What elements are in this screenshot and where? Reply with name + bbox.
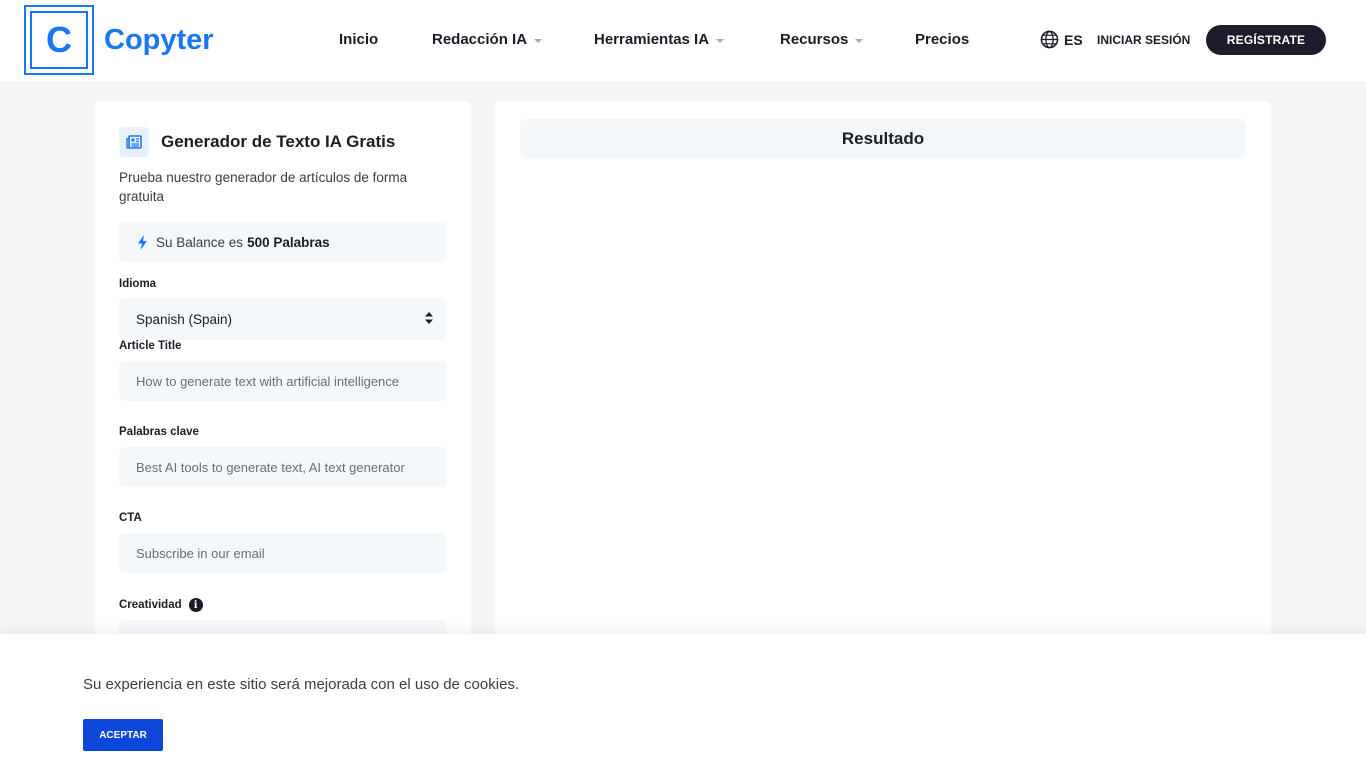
balance-prefix: Su Balance es [156, 234, 244, 250]
creativity-label-text: Creatividad [119, 599, 182, 611]
keywords-label: Palabras clave [119, 426, 199, 438]
generator-form-panel: Generador de Texto IA Gratis Prueba nues… [95, 101, 471, 661]
chevron-down-icon [855, 38, 864, 43]
language-select-value: Spanish (Spain) [136, 311, 233, 327]
form-description: Prueba nuestro generador de artículos de… [119, 170, 408, 204]
nav-redaccion-ia[interactable]: Redacción IA [432, 31, 543, 48]
logo[interactable]: C Copyter [24, 5, 214, 75]
nav-redaccion-ia-label: Redacción IA [432, 31, 528, 48]
form-header: Generador de Texto IA Gratis [119, 127, 395, 157]
logo-mark: C [24, 5, 94, 75]
nav-inicio[interactable]: Inicio [339, 31, 378, 48]
balance-value: 500 Palabras [247, 234, 330, 250]
cta-label: CTA [119, 512, 142, 524]
logo-letter: C [30, 11, 88, 69]
register-button[interactable]: REGÍSTRATE [1206, 25, 1326, 55]
form-title: Generador de Texto IA Gratis [161, 132, 396, 151]
sort-arrows-icon [425, 312, 433, 324]
result-title: Resultado [520, 119, 1246, 159]
chevron-down-icon [534, 38, 543, 43]
language-code: ES [1064, 31, 1083, 48]
info-icon[interactable]: i [188, 598, 203, 612]
nav-recursos-label: Recursos [780, 31, 849, 48]
language-switcher[interactable]: ES [1040, 30, 1083, 49]
cookie-message: Su experiencia en este sitio será mejora… [83, 676, 520, 693]
lightning-icon [138, 234, 147, 250]
article-title-label: Article Title [119, 340, 182, 352]
nav-recursos[interactable]: Recursos [780, 31, 864, 48]
nav-precios-label: Precios [915, 31, 970, 48]
chevron-down-icon [716, 38, 725, 43]
result-panel: Resultado [495, 101, 1271, 661]
keywords-input[interactable] [119, 447, 447, 487]
nav-inicio-label: Inicio [339, 31, 379, 48]
site-header: C Copyter Inicio Redacción IA Herramient… [0, 0, 1366, 81]
balance-box: Su Balance es 500 Palabras [119, 222, 447, 262]
language-label: Idioma [119, 278, 157, 290]
login-link[interactable]: INICIAR SESIÓN [1097, 33, 1190, 47]
language-select[interactable]: Spanish (Spain) [119, 298, 447, 340]
cta-input[interactable] [119, 533, 447, 573]
nav-herramientas-ia-label: Herramientas IA [594, 31, 710, 48]
creativity-label: Creatividad i [119, 598, 203, 612]
accept-cookies-button[interactable]: ACEPTAR [83, 719, 163, 751]
logo-text: Copyter [104, 23, 214, 56]
article-title-input[interactable] [119, 361, 447, 401]
globe-icon [1040, 30, 1059, 49]
nav-precios[interactable]: Precios [915, 31, 969, 48]
cookie-banner: Su experiencia en este sitio será mejora… [0, 634, 1366, 768]
article-icon [119, 127, 149, 157]
nav-herramientas-ia[interactable]: Herramientas IA [594, 31, 725, 48]
